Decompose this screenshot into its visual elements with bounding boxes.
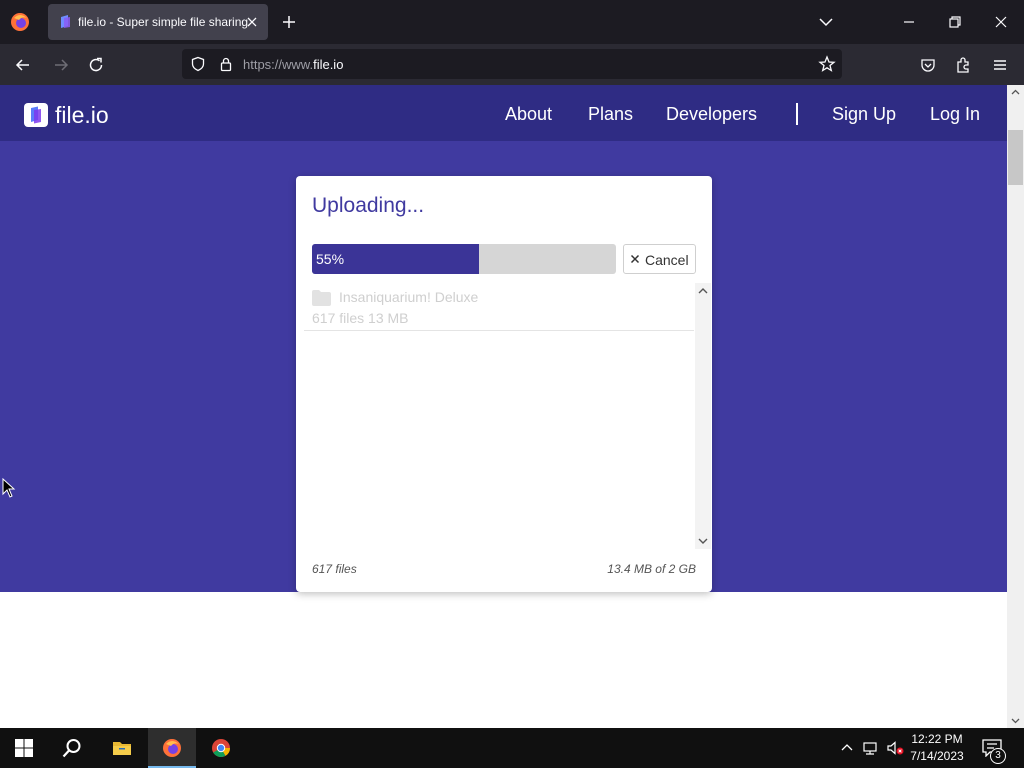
lock-icon[interactable] bbox=[218, 56, 234, 72]
scroll-up-arrow-icon[interactable] bbox=[698, 286, 708, 296]
nav-link-developers[interactable]: Developers bbox=[666, 104, 757, 125]
start-button[interactable] bbox=[0, 728, 48, 768]
upload-card: Uploading... 55% Cancel Insaniquarium! D… bbox=[296, 176, 712, 592]
folder-icon bbox=[312, 290, 331, 306]
file-explorer-icon bbox=[113, 742, 131, 755]
chrome-icon bbox=[212, 739, 230, 758]
scroll-down-arrow-icon[interactable] bbox=[698, 536, 708, 546]
url-domain: file.io bbox=[313, 57, 344, 72]
reload-icon[interactable] bbox=[87, 56, 105, 74]
tab-title: file.io - Super simple file sharing bbox=[78, 15, 248, 29]
address-bar[interactable]: https://www.file.io bbox=[182, 49, 842, 79]
firefox-icon bbox=[163, 739, 181, 757]
windows-taskbar: 12:22 PM 7/14/2023 3 bbox=[0, 728, 1024, 768]
list-all-tabs-icon[interactable] bbox=[818, 14, 834, 30]
taskbar-clock-time[interactable]: 12:22 PM bbox=[906, 732, 968, 746]
scroll-down-arrow-icon[interactable] bbox=[1011, 716, 1020, 725]
browser-tab-active[interactable]: file.io - Super simple file sharing bbox=[48, 4, 268, 40]
bookmark-star-icon[interactable] bbox=[818, 55, 836, 73]
taskbar-search-button[interactable] bbox=[48, 728, 96, 768]
list-item: Insaniquarium! Deluxe 617 files 13 MB bbox=[304, 283, 694, 331]
notification-count-badge: 3 bbox=[990, 748, 1006, 764]
search-icon bbox=[62, 739, 81, 758]
hamburger-menu-icon[interactable] bbox=[991, 56, 1009, 74]
close-icon bbox=[630, 254, 640, 264]
pocket-icon[interactable] bbox=[919, 56, 937, 74]
extensions-puzzle-icon[interactable] bbox=[955, 56, 973, 74]
upload-title: Uploading... bbox=[312, 194, 425, 217]
taskbar-file-explorer[interactable] bbox=[98, 728, 146, 768]
nav-link-plans[interactable]: Plans bbox=[588, 104, 633, 125]
browser-nav-bar: https://www.file.io bbox=[0, 44, 1024, 85]
nav-link-log-in[interactable]: Log In bbox=[930, 104, 980, 125]
scrollbar-thumb[interactable] bbox=[1008, 130, 1023, 185]
network-icon[interactable] bbox=[862, 740, 878, 756]
browser-tab-bar: file.io - Super simple file sharing bbox=[0, 0, 1024, 44]
file-count: 617 files bbox=[312, 562, 357, 576]
file-name: Insaniquarium! Deluxe bbox=[339, 289, 479, 305]
file-io-logo-icon bbox=[24, 103, 48, 127]
nav-link-about[interactable]: About bbox=[505, 104, 552, 125]
windows-start-icon bbox=[15, 739, 33, 757]
back-arrow-icon[interactable] bbox=[14, 56, 32, 74]
nav-link-sign-up[interactable]: Sign Up bbox=[832, 104, 896, 125]
scroll-up-arrow-icon[interactable] bbox=[1011, 88, 1020, 97]
page-scrollbar[interactable] bbox=[1007, 85, 1024, 728]
close-window-icon[interactable] bbox=[993, 14, 1009, 30]
volume-muted-icon[interactable] bbox=[886, 740, 904, 756]
minimize-window-icon[interactable] bbox=[901, 14, 917, 30]
upload-size: 13.4 MB of 2 GB bbox=[607, 562, 696, 576]
mouse-cursor-icon bbox=[2, 478, 16, 498]
new-tab-icon[interactable] bbox=[281, 14, 297, 30]
site-header: file.io About Plans Developers Sign Up L… bbox=[0, 85, 1007, 141]
page-viewport: file.io About Plans Developers Sign Up L… bbox=[0, 85, 1024, 728]
taskbar-clock-date[interactable]: 7/14/2023 bbox=[906, 749, 968, 763]
taskbar-firefox[interactable] bbox=[148, 728, 196, 768]
taskbar-chrome[interactable] bbox=[197, 728, 245, 768]
show-hidden-icons-chevron-icon[interactable] bbox=[840, 741, 854, 755]
file-list-scrollbar[interactable] bbox=[695, 283, 711, 549]
close-tab-icon[interactable] bbox=[244, 14, 260, 30]
forward-arrow-icon[interactable] bbox=[52, 56, 70, 74]
url-text[interactable]: https://www.file.io bbox=[243, 57, 343, 72]
file-io-favicon-icon bbox=[61, 15, 70, 28]
upload-progress-bar: 55% bbox=[312, 244, 616, 274]
brand-name: file.io bbox=[55, 102, 109, 128]
cancel-upload-button[interactable]: Cancel bbox=[623, 244, 696, 274]
upload-progress-label: 55% bbox=[316, 251, 345, 267]
file-meta: 617 files 13 MB bbox=[312, 310, 409, 326]
url-prefix: https://www. bbox=[243, 57, 314, 72]
upload-file-list[interactable]: Insaniquarium! Deluxe 617 files 13 MB bbox=[304, 283, 712, 549]
restore-window-icon[interactable] bbox=[947, 14, 963, 30]
nav-divider bbox=[796, 103, 798, 125]
tracking-protection-shield-icon[interactable] bbox=[190, 56, 206, 72]
firefox-logo-icon[interactable] bbox=[10, 12, 30, 32]
cancel-label: Cancel bbox=[645, 252, 689, 268]
